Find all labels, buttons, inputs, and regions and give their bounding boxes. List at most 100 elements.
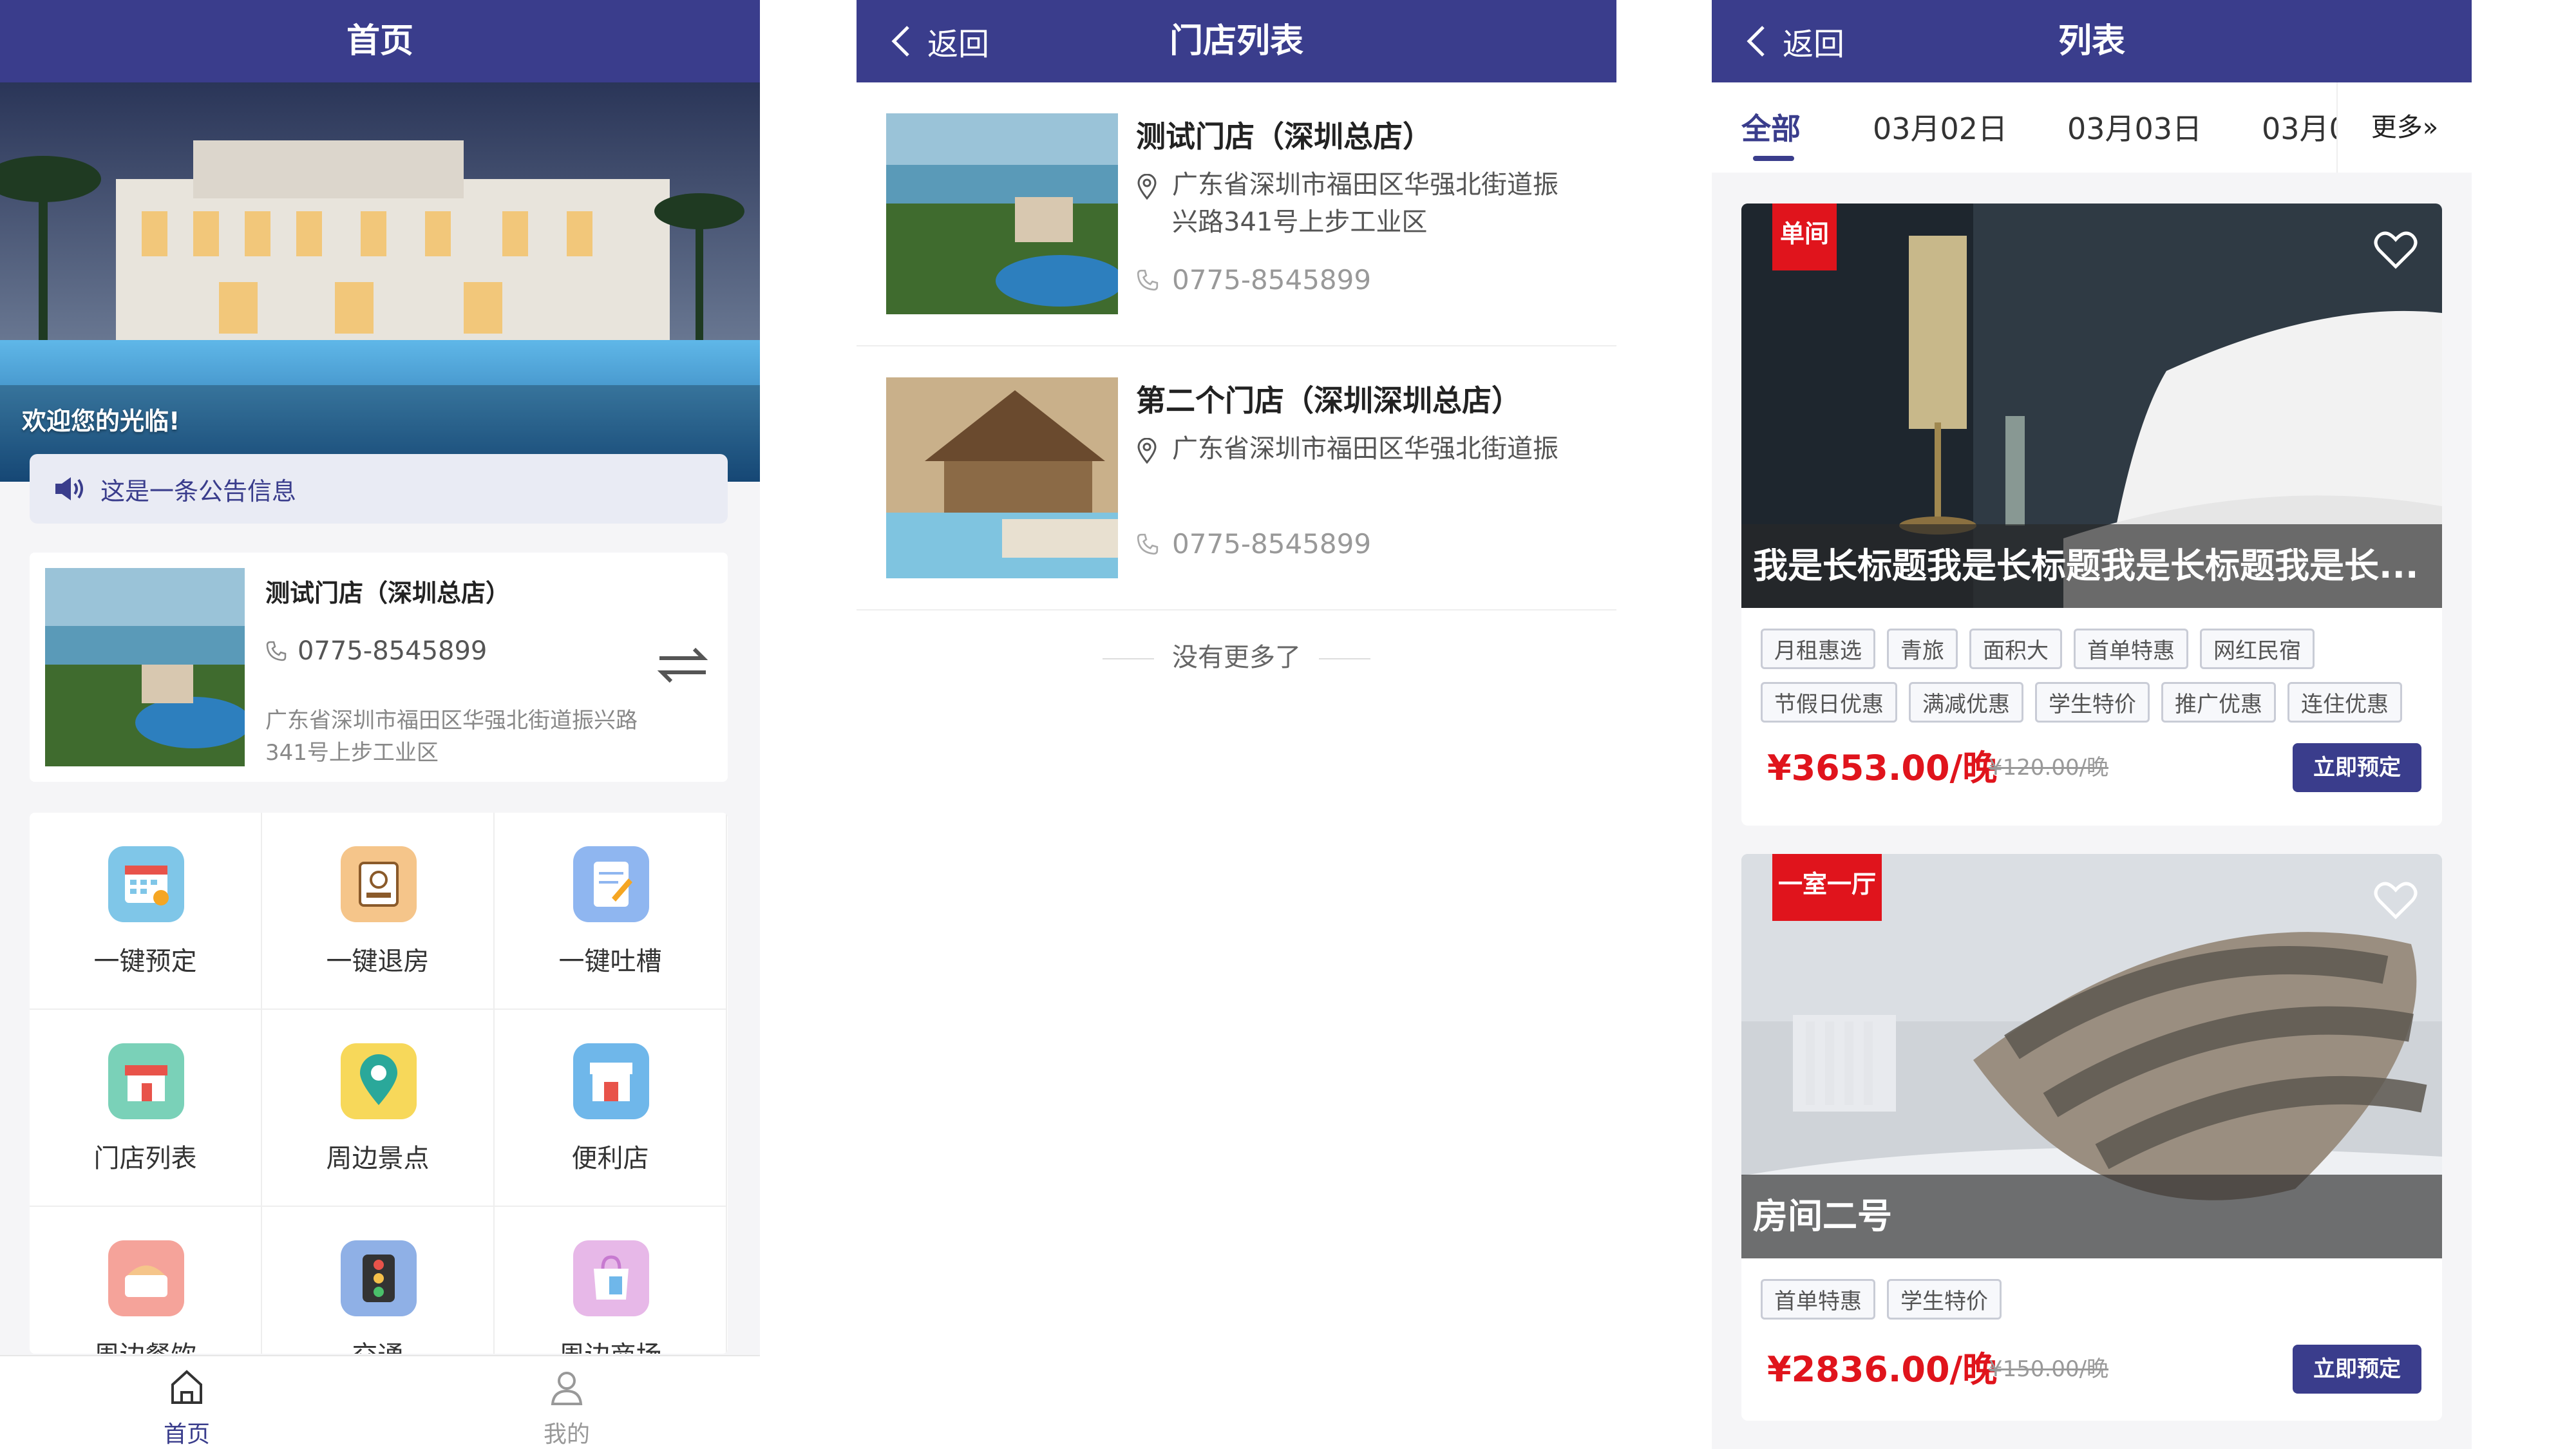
room-tag: 首单特惠 — [1761, 1279, 1875, 1320]
location-pin-icon — [1137, 174, 1157, 200]
page-title: 首页 — [346, 22, 413, 61]
tab-home[interactable]: 首页 — [90, 1356, 283, 1449]
shopping-icon — [573, 1240, 649, 1316]
home-screen: 首页 欢迎您的光临! 这是一条公告信息 测试门店（深圳总店） 0775-8545… — [0, 0, 760, 1449]
tab-date[interactable]: 03月03日 — [2067, 106, 2202, 148]
store-address: 广东省深圳市福田区华强北街道振 — [1136, 430, 1580, 468]
feature-grid: 一键预定 一键退房 一键吐槽门店列表 周边景点 便利店周边餐饮交通周边商场 — [30, 813, 728, 1354]
food-icon — [108, 1240, 184, 1316]
feature-item[interactable]: 交通 — [262, 1207, 495, 1354]
store-address: 广东省深圳市福田区华强北街道振兴路341号上步工业区 — [1136, 166, 1580, 241]
page-title: 门店列表 — [1169, 22, 1303, 61]
phone-icon — [266, 641, 287, 661]
room-type-badge: 一室一厅 — [1772, 854, 1882, 921]
page-title: 列表 — [2058, 22, 2125, 61]
store-thumbnail — [886, 377, 1118, 578]
store-phone[interactable]: 0775-8545899 — [1136, 528, 1371, 560]
feature-item[interactable]: 一键预定 — [30, 813, 262, 1010]
feature-label: 门店列表 — [93, 1144, 197, 1173]
store-phone[interactable]: 0775-8545899 — [1136, 264, 1371, 296]
store-name: 测试门店（深圳总店） — [265, 579, 511, 607]
no-more-text: 没有更多了 — [857, 636, 1616, 674]
list-item[interactable]: 测试门店（深圳总店） 广东省深圳市福田区华强北街道振兴路341号上步工业区 07… — [857, 82, 1616, 346]
location-icon — [341, 1043, 417, 1119]
tab-mine-label: 我的 — [543, 1421, 590, 1448]
room-card[interactable]: 我是长标题我是长标题我是长标题我是长... 单间 月租惠选 青旅 面积大 首单特惠 网红… — [1741, 204, 2442, 826]
store-address-text: 广东省深圳市福田区华强北街道振 — [1172, 434, 1558, 464]
tab-home-label: 首页 — [163, 1421, 210, 1448]
store-name: 第二个门店（深圳深圳总店） — [1136, 383, 1521, 418]
feature-item[interactable]: 便利店 — [495, 1010, 727, 1207]
feature-item[interactable]: 门店列表 — [30, 1010, 262, 1207]
divider — [1319, 658, 1370, 659]
store-phone-number: 0775-8545899 — [298, 636, 488, 666]
feature-label: 便利店 — [571, 1144, 649, 1173]
notice-bar[interactable]: 这是一条公告信息 — [30, 454, 728, 524]
room-title: 房间二号 — [1741, 1175, 2442, 1258]
tab-all[interactable]: 全部 — [1741, 106, 1801, 148]
room-tag: 学生特价 — [1887, 1279, 2002, 1320]
store-phone-number: 0775-8545899 — [1172, 264, 1372, 296]
room-tags: 月租惠选 青旅 面积大 首单特惠 网红民宿节假日优惠 满减优惠 学生特价 推广优惠 连住优惠 — [1761, 629, 2430, 735]
feedback-icon — [573, 846, 649, 922]
room-list-navbar: 返回 列表 — [1712, 0, 2472, 82]
notice-text: 这是一条公告信息 — [100, 477, 297, 506]
room-tag: 满减优惠 — [1909, 682, 2023, 723]
room-list-screen: 返回 列表 全部 03月02日 03月03日 03月0 更多» 我是长标题我是长… — [1712, 0, 2472, 1449]
checkout-icon — [341, 846, 417, 922]
room-tag: 节假日优惠 — [1761, 682, 1897, 723]
shop-icon — [108, 1043, 184, 1119]
room-price: ¥3653.00/晚 — [1767, 748, 1998, 788]
feature-item[interactable]: 一键吐槽 — [495, 813, 727, 1010]
switch-store-icon[interactable] — [656, 643, 710, 688]
hero-banner[interactable]: 欢迎您的光临! — [0, 82, 760, 482]
feature-label: 周边餐饮 — [30, 1334, 261, 1354]
feature-label: 交通 — [262, 1334, 493, 1354]
feature-item[interactable]: 周边景点 — [262, 1010, 495, 1207]
date-tabs: 全部 03月02日 03月03日 03月0 更多» — [1712, 82, 2472, 173]
room-tag: 推广优惠 — [2161, 682, 2276, 723]
room-tag: 面积大 — [1969, 629, 2062, 669]
room-price: ¥2836.00/晚 — [1767, 1349, 1998, 1390]
store-phone[interactable]: 0775-8545899 — [265, 636, 487, 666]
phone-icon — [1137, 269, 1159, 290]
user-icon — [551, 1372, 583, 1405]
current-store-card[interactable]: 测试门店（深圳总店） 0775-8545899 广东省深圳市福田区华强北街道振兴… — [30, 553, 728, 782]
speaker-icon — [55, 477, 83, 500]
favorite-heart-icon[interactable] — [2370, 224, 2421, 276]
store-name: 测试门店（深圳总店） — [1136, 119, 1432, 154]
feature-item[interactable]: 周边商场 — [495, 1207, 727, 1354]
room-tag: 青旅 — [1887, 629, 1958, 669]
feature-label: 一键吐槽 — [558, 947, 662, 976]
tab-date[interactable]: 03月02日 — [1873, 106, 2007, 148]
active-tab-indicator — [1753, 156, 1794, 161]
more-dates-button[interactable]: 更多» — [2336, 82, 2472, 173]
room-tag: 连住优惠 — [2287, 682, 2402, 723]
feature-label: 一键预定 — [93, 947, 197, 976]
no-more-label: 没有更多了 — [1172, 643, 1301, 672]
room-tag: 首单特惠 — [2074, 629, 2188, 669]
feature-label: 周边景点 — [326, 1144, 430, 1173]
tab-date[interactable]: 03月0 — [2262, 106, 2348, 148]
feature-label: 周边商场 — [495, 1334, 726, 1354]
room-tag: 网红民宿 — [2200, 629, 2315, 669]
favorite-heart-icon[interactable] — [2370, 875, 2421, 926]
room-title: 我是长标题我是长标题我是长标题我是长... — [1741, 524, 2442, 608]
feature-item[interactable]: 一键退房 — [262, 813, 495, 1010]
room-tags: 首单特惠 学生特价 — [1761, 1279, 2430, 1332]
book-now-button[interactable]: 立即预定 — [2293, 1345, 2421, 1394]
feature-item[interactable]: 周边餐饮 — [30, 1207, 262, 1354]
store-thumbnail — [886, 113, 1118, 314]
store-icon — [573, 1043, 649, 1119]
feature-label: 一键退房 — [326, 947, 430, 976]
phone-icon — [1137, 533, 1159, 554]
store-list-screen: 返回 门店列表 测试门店（深圳总店） 广东省深圳市福田区华强北街道振兴路341号… — [857, 0, 1616, 1449]
home-icon — [171, 1370, 202, 1404]
tab-mine[interactable]: 我的 — [470, 1356, 663, 1449]
location-pin-icon — [1137, 438, 1157, 464]
store-phone-number: 0775-8545899 — [1172, 528, 1372, 560]
divider — [1103, 658, 1154, 659]
list-item[interactable]: 第二个门店（深圳深圳总店） 广东省深圳市福田区华强北街道振 0775-85458… — [857, 346, 1616, 611]
book-now-button[interactable]: 立即预定 — [2293, 743, 2421, 792]
room-card[interactable]: 房间二号 一室一厅 首单特惠 学生特价 ¥2836.00/晚 ¥150.00/晚 … — [1741, 854, 2442, 1421]
